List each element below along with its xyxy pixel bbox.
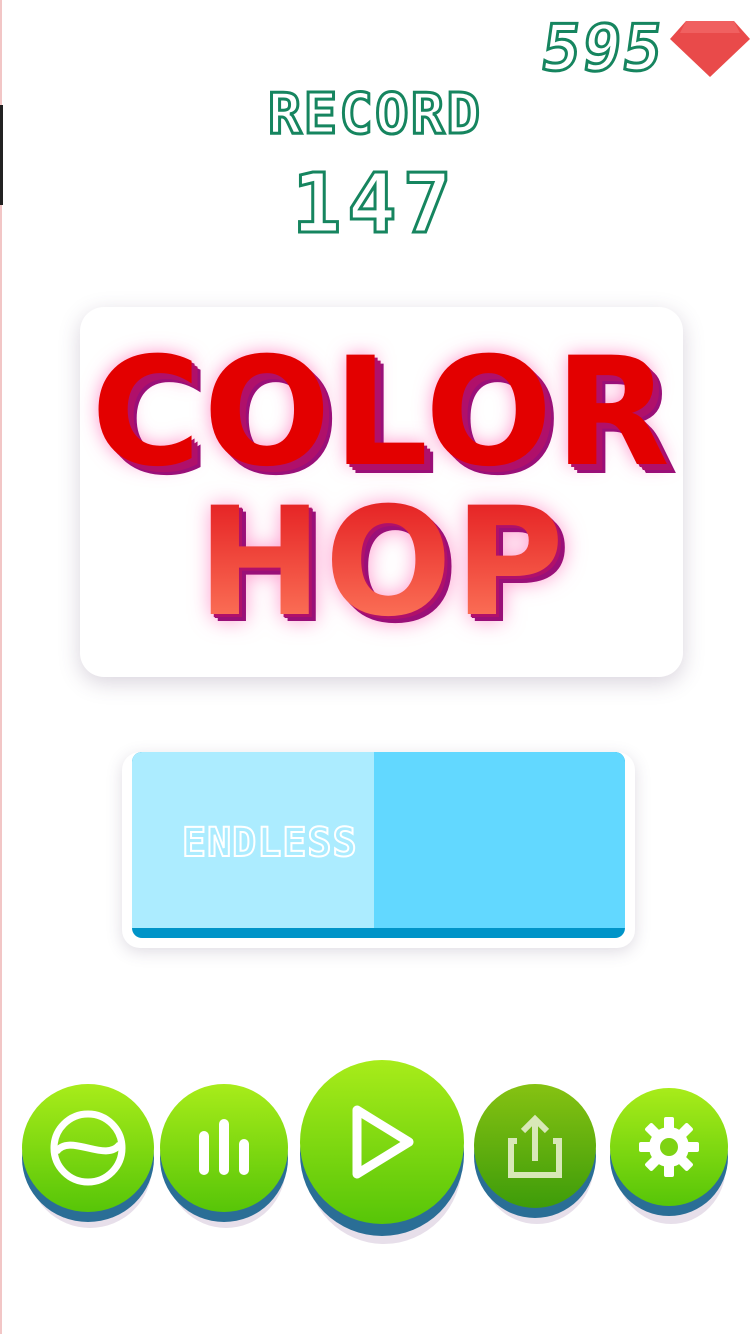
settings-button[interactable] (610, 1088, 728, 1224)
play-button[interactable] (300, 1060, 464, 1244)
gem-count: 595 (536, 11, 671, 88)
ball-button[interactable] (22, 1084, 154, 1228)
stats-button[interactable] (160, 1084, 288, 1228)
gear-icon (639, 1117, 699, 1177)
gem-counter: 595 (536, 11, 750, 88)
gem-icon (670, 21, 750, 77)
record-value: 147 (290, 157, 459, 252)
share-icon (508, 1114, 562, 1178)
play-icon (352, 1105, 414, 1179)
mode-label: ENDLESS (181, 819, 358, 867)
ball-icon (50, 1110, 126, 1186)
mode-button-right-half (374, 752, 625, 928)
mode-panel: ENDLESS (122, 752, 635, 948)
logo-title-line2: HOP (80, 483, 683, 643)
share-button[interactable] (474, 1084, 596, 1224)
endless-mode-button[interactable]: ENDLESS (132, 752, 625, 938)
record-label: RECORD (266, 81, 483, 149)
logo-card: COLOR HOP (80, 307, 683, 677)
logo-title-line1: COLOR (91, 326, 672, 500)
stats-bars-icon (199, 1119, 249, 1175)
